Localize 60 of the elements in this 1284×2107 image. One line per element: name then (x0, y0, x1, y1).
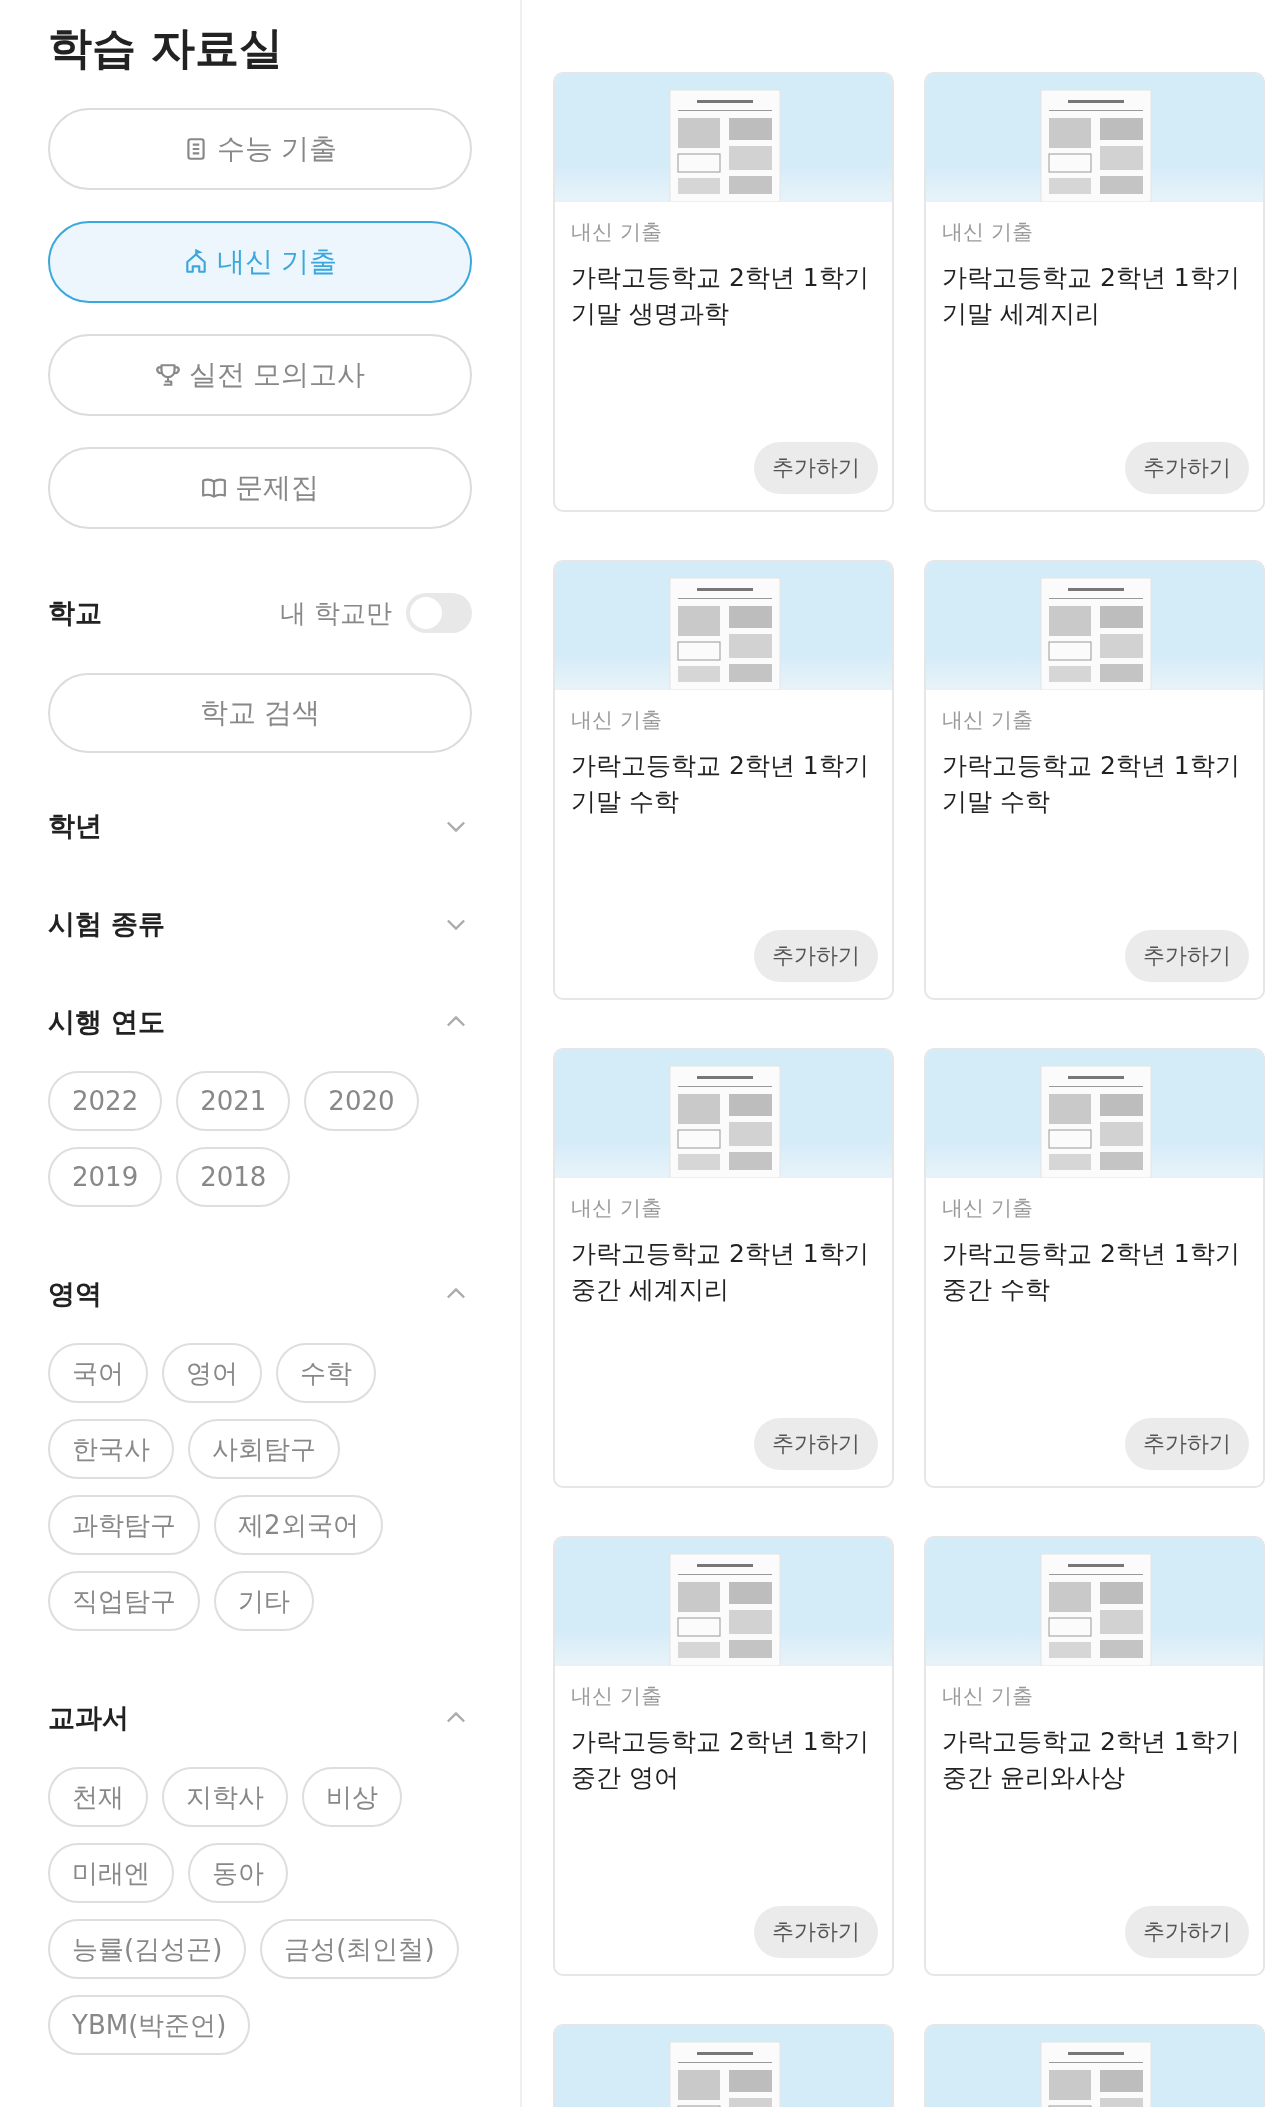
add-button[interactable]: 추가하기 (754, 1906, 878, 1958)
section-label: 교과서 (48, 1701, 129, 1735)
section-label: 학교 (48, 596, 102, 630)
card-category: 내신 기출 (942, 707, 1034, 734)
card-category: 내신 기출 (942, 1195, 1034, 1222)
card-title: 가락고등학교 2학년 1학기 중간 윤리와사상 (942, 1726, 1241, 1794)
filter-chip[interactable]: 2019 (48, 1147, 163, 1207)
add-button[interactable]: 추가하기 (754, 930, 878, 982)
filter-chip[interactable]: 과학탐구 (48, 1495, 200, 1555)
add-button[interactable]: 추가하기 (1125, 930, 1249, 982)
filter-chip[interactable]: 천재 (48, 1767, 148, 1827)
filter-chip[interactable]: 지학사 (162, 1767, 288, 1827)
card-category: 내신 기출 (942, 1683, 1034, 1710)
add-button[interactable]: 추가하기 (1125, 1906, 1249, 1958)
filter-chip[interactable]: YBM(박준언) (48, 1995, 251, 2055)
filter-chip[interactable]: 영어 (162, 1343, 262, 1403)
filter-chip[interactable]: 동아 (188, 1843, 288, 1903)
card-title: 가락고등학교 2학년 1학기 중간 수학 (942, 1238, 1241, 1306)
card-category: 내신 기출 (571, 707, 663, 734)
add-button[interactable]: 추가하기 (754, 442, 878, 494)
trophy-icon (154, 362, 181, 388)
section-label: 영역 (48, 1277, 102, 1311)
card-category: 내신 기출 (571, 1683, 663, 1710)
category-button[interactable]: 실전 모의고사 (48, 334, 472, 416)
filter-chip[interactable]: 2020 (304, 1071, 419, 1131)
filter-chip[interactable]: 2021 (176, 1071, 291, 1131)
card-title: 가락고등학교 2학년 1학기 기말 세계지리 (942, 262, 1241, 330)
filter-chip[interactable]: 비상 (302, 1767, 402, 1827)
filter-chip[interactable]: 국어 (48, 1343, 148, 1403)
section-label: 시험 종류 (48, 907, 166, 941)
filter-chip[interactable]: 기타 (214, 1571, 314, 1631)
filter-chip[interactable]: 2018 (176, 1147, 291, 1207)
card-title: 가락고등학교 2학년 1학기 중간 영어 (571, 1726, 870, 1794)
filter-chip[interactable]: 제2외국어 (214, 1495, 383, 1555)
filter-chip[interactable]: 직업탐구 (48, 1571, 200, 1631)
page-title: 학습 자료실 (48, 22, 285, 74)
category-button[interactable]: 수능 기출 (48, 108, 472, 190)
card-title: 가락고등학교 2학년 1학기 기말 생명과학 (571, 262, 870, 330)
category-button[interactable]: 내신 기출 (48, 221, 472, 303)
filter-chip[interactable]: 수학 (276, 1343, 376, 1403)
filter-chip[interactable]: 2022 (48, 1071, 163, 1131)
add-button[interactable]: 추가하기 (754, 1418, 878, 1470)
card-title: 가락고등학교 2학년 1학기 기말 수학 (571, 750, 870, 818)
section-label: 시행 연도 (48, 1005, 166, 1039)
card-title: 가락고등학교 2학년 1학기 기말 수학 (942, 750, 1241, 818)
card-category: 내신 기출 (571, 219, 663, 246)
school-search-button[interactable]: 학교 검색 (48, 673, 472, 753)
add-button[interactable]: 추가하기 (1125, 1418, 1249, 1470)
filter-chip[interactable]: 능률(김성곤) (48, 1919, 247, 1979)
card-category: 내신 기출 (942, 219, 1034, 246)
filter-chip[interactable]: 미래엔 (48, 1843, 174, 1903)
category-button[interactable]: 문제집 (48, 447, 472, 529)
section-label: 학년 (48, 809, 102, 843)
toggle-label: 내 학교만 (279, 596, 392, 630)
card-category: 내신 기출 (571, 1195, 663, 1222)
add-button[interactable]: 추가하기 (1125, 442, 1249, 494)
filter-chip[interactable]: 사회탐구 (188, 1419, 340, 1479)
filter-chip[interactable]: 한국사 (48, 1419, 174, 1479)
card-title: 가락고등학교 2학년 1학기 중간 세계지리 (571, 1238, 870, 1306)
filter-chip[interactable]: 금성(최인철) (260, 1919, 459, 1979)
